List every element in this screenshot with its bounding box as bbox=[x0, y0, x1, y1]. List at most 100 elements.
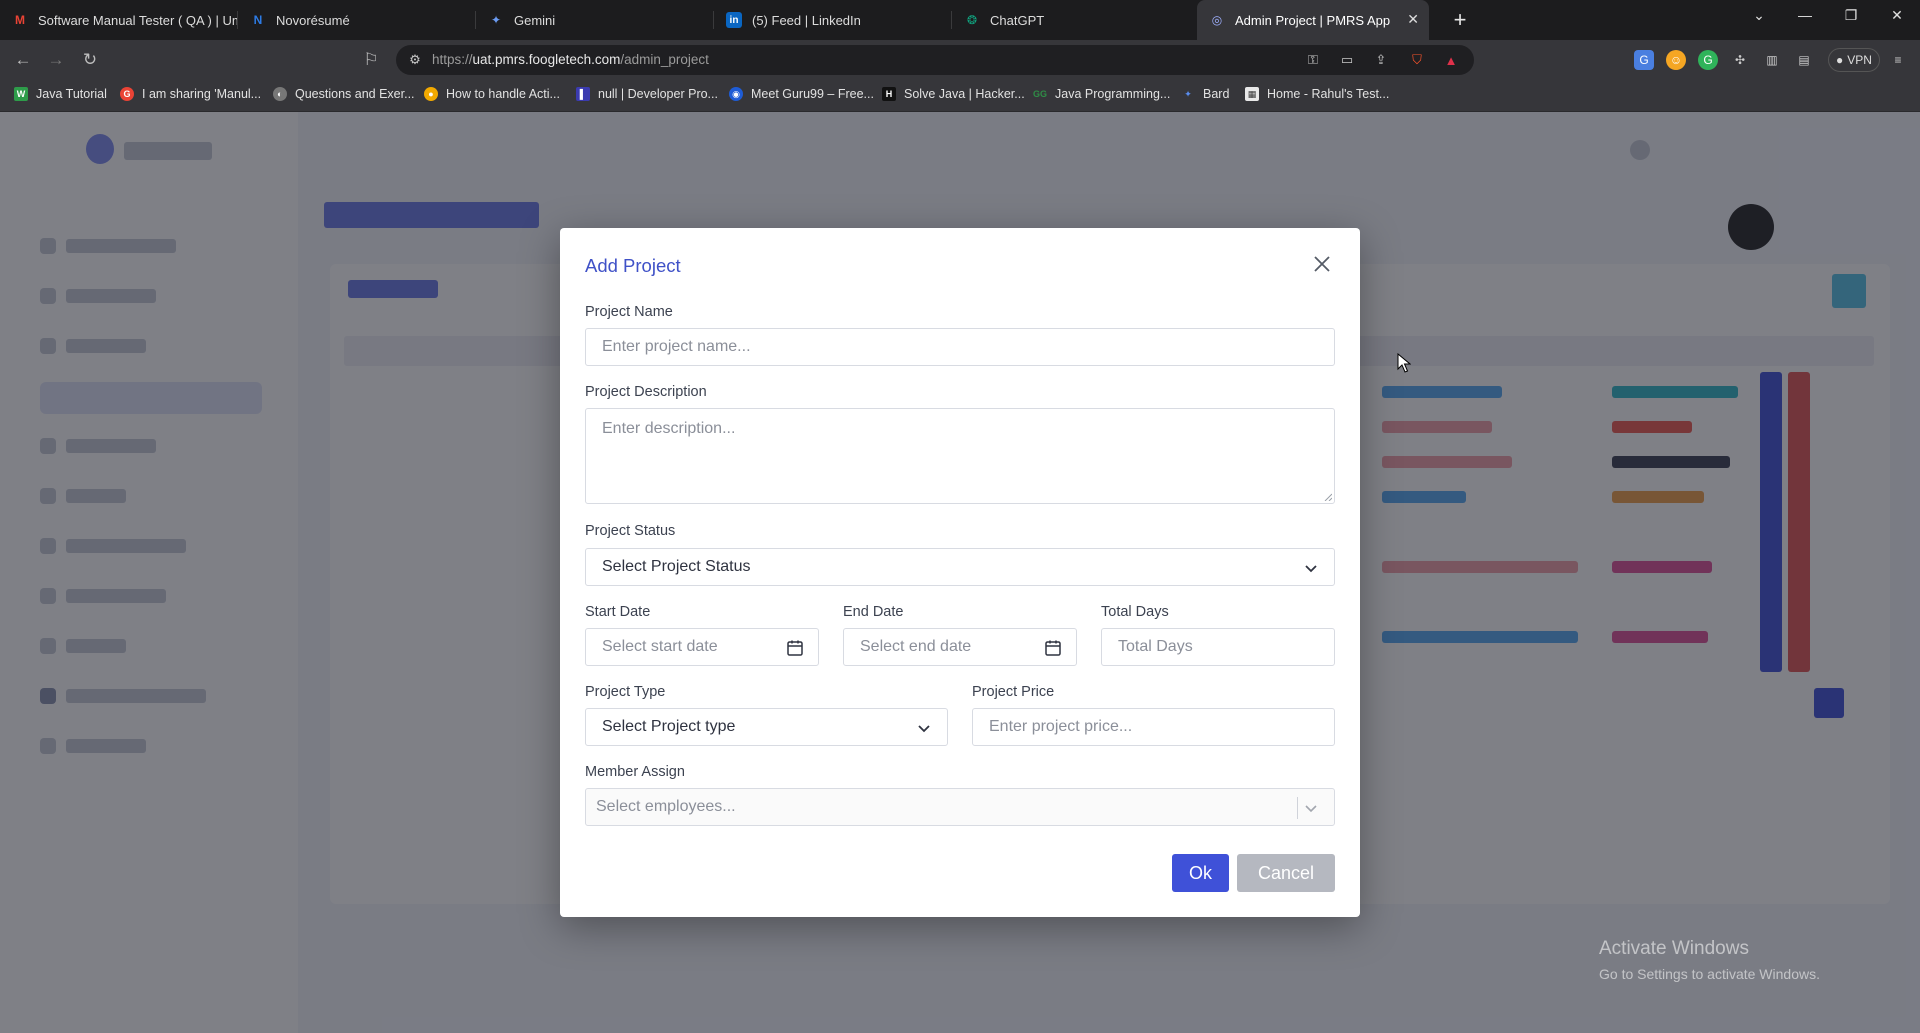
bookmark-item[interactable]: H Solve Java | Hacker... bbox=[882, 87, 1025, 101]
end-date-input[interactable]: Select end date bbox=[843, 628, 1077, 666]
browser-tab-strip: M Software Manual Tester ( QA ) | Umr N … bbox=[0, 0, 1920, 40]
project-type-select[interactable]: Select Project type bbox=[585, 708, 948, 746]
globe-icon: ◐ bbox=[273, 87, 287, 101]
translate-extension-icon[interactable]: G bbox=[1634, 50, 1654, 70]
member-assign-multiselect[interactable]: Select employees... bbox=[585, 788, 1335, 826]
end-date-label: End Date bbox=[843, 604, 904, 620]
chevron-down-icon bbox=[918, 725, 930, 733]
hackerrank-icon: H bbox=[882, 87, 896, 101]
close-window-button[interactable]: ✕ bbox=[1874, 0, 1920, 30]
vpn-shield-icon: ● bbox=[1836, 53, 1844, 67]
project-price-input[interactable]: Enter project price... bbox=[972, 708, 1335, 746]
chevron-down-icon bbox=[1305, 565, 1317, 573]
extension-icon[interactable]: ☺ bbox=[1666, 50, 1686, 70]
browser-tab-gmail[interactable]: M Software Manual Tester ( QA ) | Umr bbox=[0, 0, 238, 40]
close-icon[interactable] bbox=[1312, 254, 1332, 274]
calendar-icon[interactable] bbox=[1044, 639, 1062, 657]
modal-title: Add Project bbox=[585, 255, 681, 276]
brave-shield-icon[interactable]: ⛉ bbox=[1408, 51, 1426, 69]
watermark-line-2: Go to Settings to activate Windows. bbox=[1599, 966, 1820, 982]
member-assign-label: Member Assign bbox=[585, 764, 685, 780]
project-status-value: Select Project Status bbox=[602, 558, 751, 575]
new-tab-button[interactable]: + bbox=[1446, 6, 1474, 34]
bookmarks-bar: W Java Tutorial GI am sharing 'Manul... ◐… bbox=[0, 80, 1920, 112]
vpn-button[interactable]: ● VPN bbox=[1828, 48, 1880, 72]
project-type-label: Project Type bbox=[585, 684, 666, 700]
project-status-label: Project Status bbox=[585, 523, 676, 539]
developer-icon: ▌ bbox=[576, 87, 590, 101]
project-description-textarea[interactable]: Enter description... bbox=[585, 408, 1335, 504]
bookmark-item[interactable]: W Java Tutorial bbox=[14, 87, 107, 101]
puzzle-extensions-icon[interactable]: ✣ bbox=[1730, 50, 1750, 70]
cast-icon[interactable]: ▭ bbox=[1338, 51, 1356, 69]
project-description-label: Project Description bbox=[585, 384, 707, 400]
start-date-placeholder: Select start date bbox=[602, 638, 718, 655]
novoresume-icon: N bbox=[253, 13, 263, 27]
chatgpt-icon: ❂ bbox=[966, 13, 978, 27]
project-type-value: Select Project type bbox=[602, 718, 736, 735]
bard-icon: ✦ bbox=[1184, 88, 1192, 99]
bookmark-icon[interactable]: ⚐ bbox=[359, 48, 383, 72]
back-arrow-icon[interactable]: ← bbox=[11, 48, 35, 72]
grammar-extension-icon[interactable]: G bbox=[1698, 50, 1718, 70]
reload-icon[interactable]: ↻ bbox=[78, 48, 102, 72]
site-settings-icon[interactable]: ⚙ bbox=[406, 51, 424, 69]
tab-title: Gemini bbox=[514, 12, 556, 28]
key-icon[interactable]: ⚿ bbox=[1304, 51, 1322, 69]
tab-title: Software Manual Tester ( QA ) | Umr bbox=[38, 12, 238, 28]
bookmark-item[interactable]: GI am sharing 'Manul... bbox=[120, 87, 261, 101]
sidebar-toggle-icon[interactable]: ▥ bbox=[1762, 50, 1782, 70]
bookmark-item[interactable]: ◐ Questions and Exer... bbox=[273, 87, 415, 101]
browser-tab-pmrs-active[interactable]: ◎ Admin Project | PMRS App ✕ bbox=[1197, 0, 1429, 40]
chevron-down-icon[interactable] bbox=[1302, 799, 1320, 817]
pmrs-icon: ◎ bbox=[1211, 13, 1223, 27]
guru99-icon: ◉ bbox=[729, 87, 743, 101]
bookmark-item[interactable]: ▌ null | Developer Pro... bbox=[576, 87, 718, 101]
tab-search-chevron-icon[interactable]: ⌄ bbox=[1736, 0, 1782, 30]
close-tab-icon[interactable]: ✕ bbox=[1407, 11, 1419, 28]
minimize-button[interactable]: — bbox=[1782, 0, 1828, 30]
ok-button[interactable]: Ok bbox=[1172, 854, 1229, 892]
brave-rewards-icon[interactable]: ▲ bbox=[1442, 51, 1460, 69]
add-project-modal: Add Project Project Name Enter project n… bbox=[560, 228, 1360, 917]
browser-tab-gemini[interactable]: ✦ Gemini bbox=[476, 0, 714, 40]
project-description-placeholder: Enter description... bbox=[602, 420, 736, 437]
gfg-icon: GG bbox=[1033, 89, 1048, 99]
bookmark-item[interactable]: ● How to handle Acti... bbox=[424, 87, 560, 101]
project-name-label: Project Name bbox=[585, 304, 673, 320]
start-date-input[interactable]: Select start date bbox=[585, 628, 819, 666]
browser-tab-novoresume[interactable]: N Novorésumé bbox=[238, 0, 476, 40]
resize-handle-icon[interactable] bbox=[1324, 493, 1332, 501]
project-status-select[interactable]: Select Project Status bbox=[585, 548, 1335, 586]
total-days-input[interactable]: Total Days bbox=[1101, 628, 1335, 666]
member-assign-placeholder: Select employees... bbox=[596, 798, 736, 815]
address-bar[interactable]: ⚙ https://uat.pmrs.foogletech.com/admin_… bbox=[396, 45, 1474, 75]
bookmark-item[interactable]: ◉ Meet Guru99 – Free... bbox=[729, 87, 874, 101]
page-icon: ▦ bbox=[1245, 87, 1259, 101]
calendar-icon[interactable] bbox=[786, 639, 804, 657]
windows-activation-watermark: Activate Windows Go to Settings to activ… bbox=[1599, 938, 1820, 982]
forward-arrow-icon[interactable]: → bbox=[44, 48, 68, 72]
gemini-icon: ✦ bbox=[490, 13, 502, 27]
start-date-label: Start Date bbox=[585, 604, 651, 620]
tab-title: ChatGPT bbox=[990, 12, 1045, 28]
browser-tab-chatgpt[interactable]: ❂ ChatGPT bbox=[952, 0, 1190, 40]
watermark-line-1: Activate Windows bbox=[1599, 938, 1749, 959]
wallet-icon[interactable]: ▤ bbox=[1794, 50, 1814, 70]
url-text[interactable]: https://uat.pmrs.foogletech.com/admin_pr… bbox=[432, 52, 709, 67]
restore-button[interactable]: ❐ bbox=[1828, 0, 1874, 30]
linkedin-icon: in bbox=[726, 12, 742, 28]
menu-icon[interactable]: ≡ bbox=[1888, 50, 1908, 70]
tab-title: Novorésumé bbox=[276, 12, 350, 28]
bookmark-item[interactable]: GG Java Programming... bbox=[1033, 87, 1170, 101]
browser-toolbar: ← → ↻ ⚐ ⚙ https://uat.pmrs.foogletech.co… bbox=[0, 40, 1920, 80]
divider bbox=[1297, 797, 1298, 819]
cancel-button[interactable]: Cancel bbox=[1237, 854, 1335, 892]
bookmark-item[interactable]: ✦ Bard bbox=[1181, 87, 1229, 101]
end-date-placeholder: Select end date bbox=[860, 638, 972, 655]
project-name-input[interactable]: Enter project name... bbox=[585, 328, 1335, 366]
bookmark-item[interactable]: ▦ Home - Rahul's Test... bbox=[1245, 87, 1389, 101]
share-icon[interactable]: ⇪ bbox=[1372, 51, 1390, 69]
mouse-cursor-icon bbox=[1397, 353, 1411, 373]
browser-tab-linkedin[interactable]: in (5) Feed | LinkedIn bbox=[714, 0, 952, 40]
